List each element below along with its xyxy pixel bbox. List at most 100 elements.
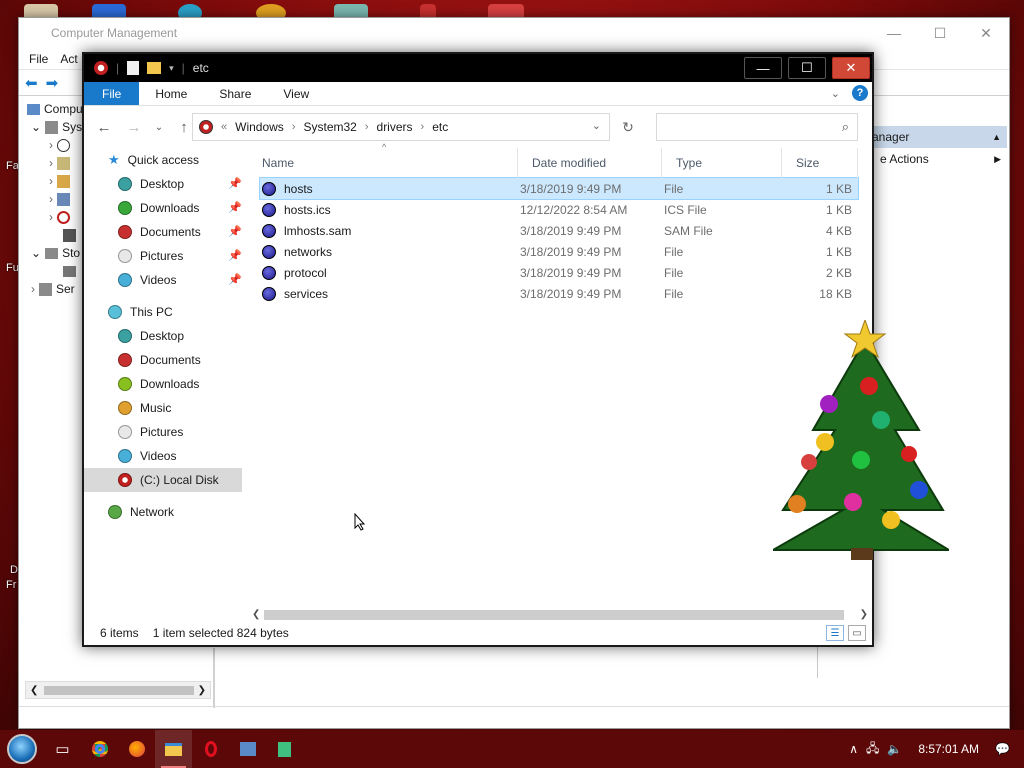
volume-icon[interactable]: 🔈 [887,742,902,756]
opera-icon[interactable] [192,730,229,768]
pin-icon[interactable]: 📌 [228,225,242,238]
pin-icon[interactable]: 📌 [228,249,242,262]
breadcrumb-system32[interactable]: System32 [303,120,356,134]
breadcrumb-drivers[interactable]: drivers [377,120,413,134]
chevron-right-icon[interactable]: › [49,174,53,188]
tab-home[interactable]: Home [139,82,203,105]
cm-titlebar[interactable]: Computer Management [19,18,1009,48]
close-button[interactable]: ✕ [832,57,870,79]
file-row[interactable]: networks 3/18/2019 9:49 PM File 1 KB [260,241,858,262]
customize-toolbar-icon[interactable]: ▾ [169,63,174,74]
address-dropdown-icon[interactable]: ⌄ [592,119,601,132]
file-explorer-taskbar-icon[interactable] [155,730,192,768]
network-status-icon[interactable]: 🖧 [866,739,879,760]
clock[interactable]: 8:57:01 AM [910,742,987,756]
scroll-thumb[interactable] [44,686,194,695]
new-folder-icon[interactable] [147,62,162,74]
recent-locations-icon[interactable]: ⌄ [152,115,166,139]
start-button[interactable] [0,730,44,768]
help-icon[interactable]: ? [852,85,868,101]
pin-icon[interactable]: 📌 [228,201,242,214]
scroll-right-icon[interactable]: ❯ [860,609,868,620]
back-arrow-icon[interactable]: ⬅ [25,74,38,92]
tab-share[interactable]: Share [203,82,267,105]
nav-this-pc[interactable]: This PC [84,300,242,324]
file-row[interactable]: hosts.ics 12/12/2022 8:54 AM ICS File 1 KB [260,199,858,220]
file-row[interactable]: hosts 3/18/2019 9:49 PM File 1 KB [259,177,859,200]
nav-pc-documents[interactable]: Documents [84,348,242,372]
show-hidden-icons-icon[interactable]: ∧ [849,742,858,756]
tab-view[interactable]: View [267,82,325,105]
forward-button[interactable]: → [122,115,146,139]
desktop-label-fragment: Fa [6,160,19,172]
pin-icon[interactable]: 📌 [228,273,242,286]
file-row[interactable]: protocol 3/18/2019 9:49 PM File 2 KB [260,262,858,283]
expand-chevron-icon[interactable]: ⌄ [31,246,41,260]
scroll-left-icon[interactable]: ❮ [30,685,38,696]
nav-pc-music[interactable]: Music [84,396,242,420]
task-view-icon[interactable]: ▭ [44,730,81,768]
nav-quick-access[interactable]: ★ Quick access [84,148,242,172]
chevron-right-icon[interactable]: › [49,192,53,206]
chrome-icon[interactable] [81,730,118,768]
expand-chevron-icon[interactable]: ⌄ [31,120,41,134]
file-row[interactable]: services 3/18/2019 9:49 PM File 18 KB [260,283,858,304]
notepad-icon[interactable] [266,730,303,768]
nav-quick-documents[interactable]: Documents 📌 [84,220,242,244]
nav-pc-downloads[interactable]: Downloads [84,372,242,396]
firefox-icon[interactable] [118,730,155,768]
chevron-right-icon[interactable]: › [49,156,53,170]
nav-network[interactable]: Network [84,500,242,524]
expand-ribbon-icon[interactable]: ⌄ [831,87,840,100]
cm-menu-file[interactable]: File [29,52,48,66]
forward-arrow-icon[interactable]: ➡ [46,74,59,92]
nav-quick-videos[interactable]: Videos 📌 [84,268,242,292]
file-explorer-window[interactable]: | ▾ | etc — ☐ ✕ File Home Share View ⌄ ?… [82,52,874,647]
maximize-button[interactable]: ☐ [788,57,826,79]
nav-quick-desktop[interactable]: Desktop 📌 [84,172,242,196]
collapse-up-icon[interactable]: ▲ [992,132,1001,142]
properties-icon[interactable] [127,61,140,75]
column-name[interactable]: Name ^ [248,142,518,178]
chevron-right-icon[interactable]: › [49,138,53,152]
breadcrumb-etc[interactable]: etc [432,120,448,134]
scroll-right-icon[interactable]: ❯ [198,685,206,696]
file-row[interactable]: lmhosts.sam 3/18/2019 9:49 PM SAM File 4 KB [260,220,858,241]
cm-horizontal-scrollbar[interactable]: ❮ ❯ [25,681,211,699]
nav-quick-downloads[interactable]: Downloads 📌 [84,196,242,220]
notification-center-icon[interactable]: 💬 [995,742,1010,756]
scroll-thumb[interactable] [264,610,844,620]
large-icons-view-icon[interactable]: ▭ [848,625,866,641]
breadcrumb-separator-icon[interactable]: › [421,121,425,133]
cm-maximize-button[interactable]: ☐ [917,18,963,48]
column-date-modified[interactable]: Date modified [518,148,662,178]
nav-quick-pictures[interactable]: Pictures 📌 [84,244,242,268]
pin-icon[interactable]: 📌 [228,177,242,190]
nav-local-disk[interactable]: (C:) Local Disk [84,468,242,492]
chevron-right-icon[interactable]: › [31,282,35,296]
scroll-left-icon[interactable]: ❮ [252,609,260,620]
search-box[interactable]: ⌕ [656,113,858,141]
computer-management-taskbar-icon[interactable] [229,730,266,768]
cm-minimize-button[interactable]: — [871,18,917,48]
search-input[interactable] [661,115,831,139]
breadcrumb-overflow-icon[interactable]: « [221,121,227,133]
details-view-icon[interactable]: ☰ [826,625,844,641]
nav-pc-desktop[interactable]: Desktop [84,324,242,348]
refresh-button[interactable]: ↻ [614,113,642,141]
nav-pc-pictures[interactable]: Pictures [84,420,242,444]
back-button[interactable]: ← [92,115,116,139]
tab-file[interactable]: File [84,82,140,105]
address-bar[interactable]: « Windows › System32 › drivers › etc ⌄ [192,113,610,141]
column-type[interactable]: Type [662,148,782,178]
breadcrumb-separator-icon[interactable]: › [365,121,369,133]
cm-menu-action[interactable]: Act [60,52,77,66]
search-icon[interactable]: ⌕ [842,119,849,135]
column-size[interactable]: Size [782,148,858,178]
chevron-right-icon[interactable]: › [49,210,53,224]
nav-pc-videos[interactable]: Videos [84,444,242,468]
breadcrumb-windows[interactable]: Windows [235,120,284,134]
breadcrumb-separator-icon[interactable]: › [292,121,296,133]
minimize-button[interactable]: — [744,57,782,79]
cm-close-button[interactable]: ✕ [963,18,1009,48]
